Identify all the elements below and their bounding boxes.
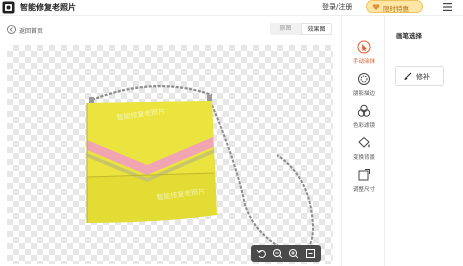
tool-label-change-background: 变换背景 — [352, 155, 375, 161]
repair-label: 修补 — [416, 73, 430, 81]
paint-bucket-icon — [358, 136, 370, 148]
top-bar: 智能修复老照片 登录/注册 限时特惠 — [0, 0, 463, 16]
app-title: 智能修复老照片 — [20, 3, 76, 12]
app-logo-icon — [2, 1, 15, 14]
zoom-out-icon[interactable] — [272, 248, 283, 259]
brush-icon — [404, 72, 412, 80]
brush-cursor-icon — [357, 40, 371, 54]
outline-icon — [358, 73, 370, 85]
view-toggle: 原图 效果图 — [270, 23, 332, 35]
repair-button[interactable]: 修补 — [395, 66, 444, 86]
tool-outline[interactable]: 朋影描边 — [342, 70, 386, 100]
fit-icon[interactable] — [305, 248, 316, 259]
menu-icon[interactable] — [443, 3, 452, 11]
back-arrow-icon — [7, 25, 16, 34]
tool-sidebar: 手动涂抹 朋影描边 色彩滤镜 变换背景 调整尺寸 — [341, 16, 385, 266]
tool-manual-brush[interactable]: 手动涂抹 — [342, 38, 386, 68]
login-register-link[interactable]: 登录/注册 — [322, 2, 352, 12]
undo-icon[interactable] — [256, 248, 267, 259]
tool-label-color-filter: 色彩滤镜 — [352, 123, 375, 129]
back-home-label: 返回首页 — [19, 28, 44, 35]
panel-title: 画笔选择 — [396, 32, 422, 40]
tool-color-filter[interactable]: 色彩滤镜 — [342, 102, 386, 132]
brush-panel: 画笔选择 修补 — [386, 16, 463, 266]
zoom-toolbar — [251, 245, 321, 262]
color-filter-icon — [357, 104, 371, 117]
tab-result[interactable]: 效果图 — [301, 23, 332, 35]
tool-label-resize: 调整尺寸 — [352, 187, 375, 193]
promo-button[interactable]: 限时特惠 — [366, 0, 423, 13]
tab-original[interactable]: 原图 — [270, 23, 301, 35]
handbag-image: 智能修复老照片 智能修复老照片 — [86, 85, 314, 257]
resize-icon — [358, 169, 370, 181]
tool-label-outline: 朋影描边 — [352, 91, 375, 97]
tool-change-background[interactable]: 变换背景 — [342, 134, 386, 164]
heart-badge-icon — [372, 4, 380, 10]
zoom-in-icon[interactable] — [288, 248, 299, 259]
tool-label-manual-brush: 手动涂抹 — [352, 59, 375, 65]
image-canvas[interactable]: 智能修复老照片 智能修复老照片 — [7, 45, 333, 264]
promo-label: 限时特惠 — [383, 5, 409, 13]
tool-resize[interactable]: 调整尺寸 — [342, 166, 386, 196]
